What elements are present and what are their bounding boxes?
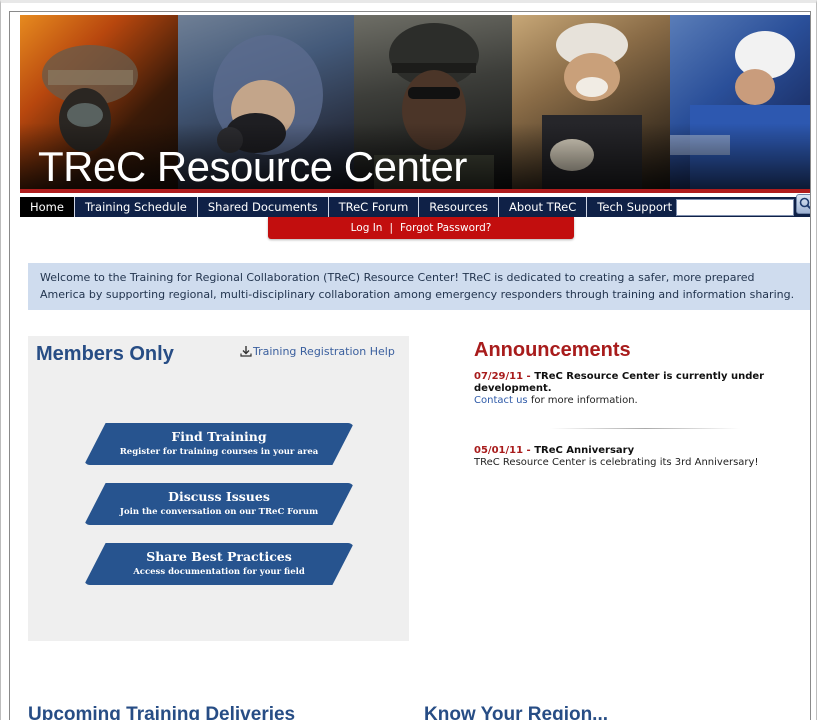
- login-separator: |: [389, 222, 393, 234]
- announcement-date: 07/29/11: [474, 371, 524, 382]
- banner-divider: [20, 189, 810, 193]
- announcement-date: 05/01/11: [474, 445, 524, 456]
- login-link[interactable]: Log In: [351, 222, 383, 234]
- announcements-title: Announcements: [474, 339, 631, 361]
- members-panel: Members Only Training Registration Help …: [28, 336, 409, 641]
- forgot-password-link[interactable]: Forgot Password?: [400, 222, 491, 234]
- nav-home[interactable]: Home: [20, 197, 75, 217]
- search-input[interactable]: [676, 199, 794, 216]
- registration-help-label: Training Registration Help: [253, 345, 395, 358]
- find-training-subtitle: Register for training courses in your ar…: [119, 447, 319, 457]
- share-best-practices-title: Share Best Practices: [146, 549, 292, 564]
- main-nav: Home Training Schedule Shared Documents …: [20, 194, 810, 217]
- download-icon: [240, 346, 252, 357]
- announcement-item: 05/01/11 - TReC Anniversary TReC Resourc…: [474, 445, 759, 468]
- contact-us-link[interactable]: Contact us: [474, 395, 528, 406]
- share-best-practices-button[interactable]: Share Best Practices Access documentatio…: [84, 543, 354, 585]
- nav-resources[interactable]: Resources: [419, 197, 500, 217]
- discuss-issues-subtitle: Join the conversation on our TReC Forum: [119, 507, 319, 517]
- know-your-region-heading: Know Your Region...: [424, 704, 609, 720]
- announcement-divider: [550, 428, 740, 429]
- magnifier-icon: [799, 197, 810, 210]
- discuss-issues-title: Discuss Issues: [168, 489, 270, 504]
- find-training-button[interactable]: Find Training Register for training cour…: [84, 423, 354, 465]
- nav-trec-forum[interactable]: TReC Forum: [329, 197, 420, 217]
- search-button[interactable]: [796, 194, 810, 214]
- share-best-practices-subtitle: Access documentation for your field: [133, 567, 305, 577]
- nav-tech-support[interactable]: Tech Support: [587, 197, 682, 217]
- browser-frame: TReC Resource Center Home Training Sched…: [0, 0, 817, 720]
- announcement-headline: TReC Anniversary: [534, 445, 635, 456]
- nav-about-trec[interactable]: About TReC: [499, 197, 588, 217]
- registration-help-link[interactable]: Training Registration Help: [240, 345, 395, 358]
- upcoming-training-heading: Upcoming Training Deliveries: [28, 704, 296, 720]
- announcement-body: TReC Resource Center is celebrating its …: [474, 457, 759, 468]
- login-bar: Log In | Forgot Password?: [268, 217, 574, 239]
- announcement-item: 07/29/11 - TReC Resource Center is curre…: [474, 371, 765, 406]
- announcement-body: for more information.: [527, 395, 638, 406]
- nav-training-schedule[interactable]: Training Schedule: [75, 197, 198, 217]
- discuss-issues-button[interactable]: Discuss Issues Join the conversation on …: [84, 483, 354, 525]
- site-title: TReC Resource Center: [38, 143, 467, 190]
- page: TReC Resource Center Home Training Sched…: [9, 11, 811, 720]
- welcome-message: Welcome to the Training for Regional Col…: [28, 263, 810, 310]
- nav-shared-documents[interactable]: Shared Documents: [198, 197, 329, 217]
- header-banner: TReC Resource Center: [20, 15, 810, 193]
- find-training-title: Find Training: [171, 429, 267, 444]
- members-title: Members Only: [36, 343, 174, 365]
